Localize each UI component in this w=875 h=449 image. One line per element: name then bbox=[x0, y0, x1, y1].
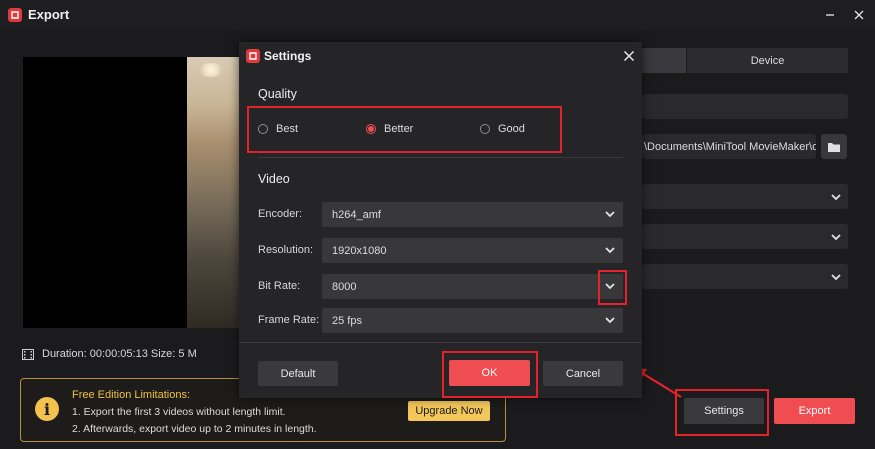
preview-thumbnail bbox=[187, 57, 239, 328]
close-window-icon[interactable] bbox=[849, 5, 869, 25]
preview-sun bbox=[198, 63, 224, 77]
radio-circle-selected bbox=[366, 124, 376, 134]
close-dialog-icon[interactable] bbox=[621, 48, 637, 64]
folder-icon bbox=[828, 142, 840, 152]
resolution-dropdown[interactable] bbox=[642, 224, 848, 249]
footer-divider bbox=[239, 342, 642, 343]
radio-circle bbox=[480, 124, 490, 134]
title-bar: Export bbox=[0, 0, 875, 30]
minimize-icon[interactable] bbox=[820, 5, 840, 25]
chevron-down-icon bbox=[831, 193, 841, 200]
duration-label: Duration: bbox=[42, 348, 87, 360]
app-logo-icon bbox=[8, 8, 22, 22]
quality-best-radio[interactable]: Best bbox=[258, 123, 298, 135]
name-input[interactable] bbox=[642, 94, 848, 119]
video-preview bbox=[23, 57, 187, 328]
chevron-down-icon bbox=[605, 317, 615, 324]
info-icon: i bbox=[35, 397, 59, 421]
size-label: Size: bbox=[150, 348, 176, 360]
encoder-label: Encoder: bbox=[258, 208, 303, 220]
quality-better-radio[interactable]: Better bbox=[366, 123, 413, 135]
bit-rate-value: 8000 bbox=[332, 281, 357, 293]
banner-line-2: 2. Afterwards, export video up to 2 minu… bbox=[72, 423, 317, 435]
duration-value: 00:00:05:13 bbox=[89, 348, 148, 360]
save-path-input[interactable]: \Documents\MiniTool MovieMaker\outp bbox=[642, 134, 816, 159]
divider bbox=[258, 157, 623, 158]
chevron-down-icon bbox=[605, 247, 615, 254]
resolution-select[interactable]: 1920x1080 bbox=[322, 238, 623, 263]
settings-button[interactable]: Settings bbox=[684, 398, 764, 424]
quality-heading: Quality bbox=[258, 87, 297, 101]
chevron-down-icon bbox=[831, 273, 841, 280]
ok-button[interactable]: OK bbox=[449, 360, 530, 386]
bit-rate-select[interactable]: 8000 bbox=[322, 274, 623, 299]
frame-rate-value: 25 fps bbox=[332, 315, 362, 327]
upgrade-now-button[interactable]: Upgrade Now bbox=[408, 401, 490, 421]
size-value: 5 M bbox=[178, 348, 197, 360]
duration-info: Duration: 00:00:05:13 Size: 5 M bbox=[22, 348, 197, 360]
encoder-select[interactable]: h264_amf bbox=[322, 202, 623, 227]
frame-rate-dropdown[interactable] bbox=[642, 264, 848, 289]
window-title: Export bbox=[28, 7, 70, 22]
banner-line-1: 1. Export the first 3 videos without len… bbox=[72, 406, 286, 418]
export-button[interactable]: Export bbox=[774, 398, 855, 424]
encoder-value: h264_amf bbox=[332, 209, 381, 221]
bit-rate-arrow-highlight bbox=[598, 270, 627, 305]
resolution-value: 1920x1080 bbox=[332, 245, 387, 257]
default-button[interactable]: Default bbox=[258, 361, 338, 386]
dialog-title: Settings bbox=[264, 49, 312, 63]
film-icon bbox=[22, 348, 34, 360]
video-heading: Video bbox=[258, 172, 290, 186]
banner-title: Free Edition Limitations: bbox=[72, 389, 190, 401]
radio-circle bbox=[258, 124, 268, 134]
browse-folder-button[interactable] bbox=[821, 134, 847, 159]
frame-rate-label: Frame Rate: bbox=[258, 314, 320, 326]
quality-good-label: Good bbox=[498, 123, 525, 135]
quality-good-radio[interactable]: Good bbox=[480, 123, 525, 135]
resolution-label: Resolution: bbox=[258, 244, 314, 256]
tab-pc[interactable] bbox=[642, 48, 686, 73]
settings-dialog: Settings Quality Best Better Good Video … bbox=[239, 42, 642, 398]
save-path-value: \Documents\MiniTool MovieMaker\outp bbox=[644, 141, 816, 153]
cancel-button[interactable]: Cancel bbox=[543, 361, 623, 386]
chevron-down-icon bbox=[831, 233, 841, 240]
quality-best-label: Best bbox=[276, 123, 299, 135]
format-dropdown[interactable] bbox=[642, 184, 848, 209]
frame-rate-select[interactable]: 25 fps bbox=[322, 308, 623, 333]
tab-device[interactable]: Device bbox=[687, 48, 848, 73]
bit-rate-label: Bit Rate: bbox=[258, 280, 301, 292]
chevron-down-icon bbox=[605, 211, 615, 218]
quality-better-label: Better bbox=[384, 123, 414, 135]
settings-logo-icon bbox=[246, 49, 260, 63]
